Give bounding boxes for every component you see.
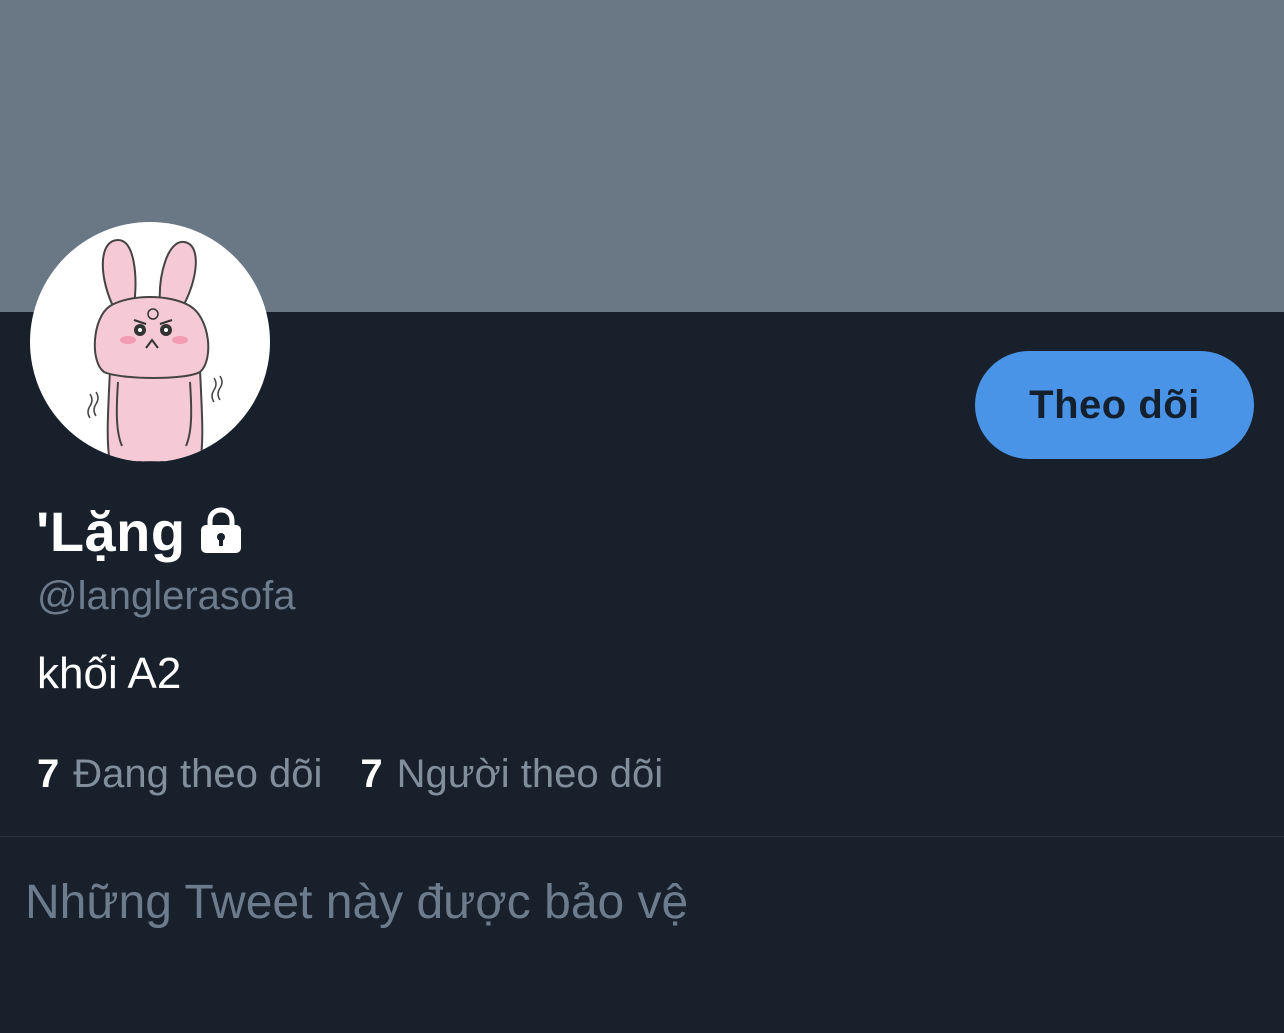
section-divider bbox=[0, 836, 1284, 837]
display-name: 'Lặng bbox=[36, 500, 186, 563]
profile-stats: 7 Đang theo dõi 7 Người theo dõi bbox=[37, 750, 663, 798]
followers-count: 7 bbox=[360, 752, 383, 796]
following-stat[interactable]: 7 Đang theo dõi bbox=[37, 750, 322, 798]
lock-icon bbox=[196, 505, 246, 555]
profile-handle: @langlerasofa bbox=[37, 574, 296, 618]
following-label: Đang theo dõi bbox=[73, 752, 323, 796]
profile-bio: khối A2 bbox=[37, 649, 182, 698]
pink-bunny-avatar-icon bbox=[87, 238, 223, 462]
followers-stat[interactable]: 7 Người theo dõi bbox=[360, 750, 663, 798]
followers-label: Người theo dõi bbox=[396, 752, 664, 796]
display-name-row: 'Lặng bbox=[36, 496, 246, 568]
profile-avatar[interactable] bbox=[30, 222, 270, 462]
following-count: 7 bbox=[37, 752, 60, 796]
protected-tweets-message: Những Tweet này được bảo vệ bbox=[25, 876, 689, 929]
follow-button[interactable]: Theo dõi bbox=[975, 351, 1254, 459]
